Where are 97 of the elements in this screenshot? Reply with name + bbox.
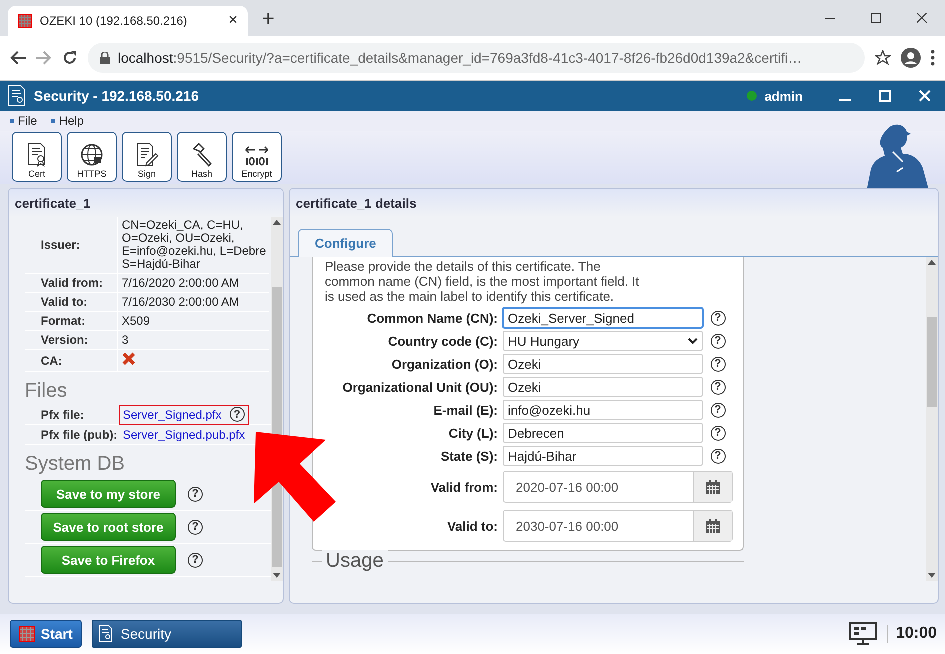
help-icon[interactable]: ? — [710, 426, 726, 440]
input-field[interactable]: Debrecen — [503, 423, 703, 443]
help-icon[interactable]: ? — [710, 402, 726, 418]
encrypt-arrows-icon — [244, 145, 270, 167]
tab[interactable]: Configure — [298, 229, 394, 257]
menu-icon[interactable] — [931, 50, 935, 66]
field-label: E-mail (E): — [432, 402, 499, 418]
input-field[interactable]: Ozeki_Server_Signed — [503, 308, 703, 328]
certificate-icon — [8, 85, 26, 107]
taskbar-app[interactable]: Security — [92, 620, 242, 648]
section-heading: System DB — [25, 453, 126, 476]
scroll-down-icon[interactable] — [273, 573, 281, 578]
scroll-up-icon[interactable] — [928, 260, 936, 265]
scrollbar[interactable] — [926, 257, 938, 581]
toolbar-button[interactable]: Encrypt — [232, 132, 282, 182]
property-label: Issuer: — [25, 217, 118, 274]
field-label: Valid to: — [446, 518, 499, 534]
help-icon[interactable]: ? — [188, 520, 203, 534]
toolbar-button[interactable]: Cert — [12, 132, 62, 182]
store-button[interactable]: Save to my store — [41, 480, 176, 508]
browser-tab[interactable]: OZEKI 10 (192.168.50.216) × — [8, 6, 248, 36]
certificate-icon — [98, 625, 113, 643]
start-button[interactable]: Start — [10, 620, 82, 648]
field-label: Organization (O): — [390, 356, 499, 372]
section-heading: Usage — [322, 550, 388, 573]
monitor-icon[interactable] — [849, 622, 878, 646]
tab-title: OZEKI 10 (192.168.50.216) — [40, 14, 188, 28]
clock: 10:00 — [887, 625, 937, 643]
description-text: Please provide the details of this certificate. The common name (CN) field, is the most important field. It is used as the main label to identify this certificate. — [325, 259, 640, 304]
file-link[interactable]: Server_Signed.pub.pfx — [123, 428, 246, 442]
property-value: 3 — [118, 330, 269, 350]
field-label: Valid from: — [430, 480, 499, 494]
store-button[interactable]: Save to root store — [41, 513, 176, 541]
document-pen-icon — [135, 143, 159, 167]
help-icon[interactable]: ? — [710, 356, 726, 372]
file-link[interactable]: Server_Signed.pfx — [123, 408, 222, 422]
new-tab-button[interactable]: + — [262, 6, 275, 32]
profile-icon[interactable] — [901, 48, 921, 68]
field-label: Common Name (CN): — [366, 310, 499, 326]
back-icon[interactable] — [10, 51, 26, 65]
maximize-icon[interactable] — [871, 13, 881, 23]
close-icon[interactable] — [917, 13, 927, 23]
certificate-icon — [26, 143, 48, 167]
property-value: 7/16/2030 2:00:00 AM — [118, 292, 269, 312]
help-icon[interactable]: ? — [188, 486, 203, 502]
input-field[interactable]: info@ozeki.hu — [503, 400, 703, 420]
lock-icon — [100, 52, 110, 64]
property-label: Format: — [25, 312, 118, 330]
input-field[interactable]: Ozeki — [503, 354, 703, 374]
toolbar-button[interactable]: Hash — [177, 132, 227, 182]
address-bar[interactable]: localhost:9515/Security/?a=certificate_details&manager_id=769a3fd8-41c3-4017-8f26-fb26d0d139a2&certifi… — [88, 43, 865, 73]
chevron-down-icon — [688, 338, 698, 344]
property-label: CA: — [25, 350, 118, 372]
property-value: 7/16/2020 2:00:00 AM — [118, 274, 269, 292]
property-value: CN=Ozeki_CA, C=HU, O=Ozeki, OU=Ozeki, E=info@ozeki.hu, L=Debre S=Hajdú-Bihar — [118, 217, 269, 274]
property-label: Valid to: — [25, 292, 118, 312]
grid-favicon-icon — [18, 14, 32, 28]
cross-icon — [122, 352, 136, 366]
field-label: Organizational Unit (OU): — [342, 380, 499, 394]
section-heading: Files — [25, 380, 68, 403]
help-icon[interactable]: ? — [710, 448, 726, 464]
calendar-icon[interactable] — [706, 480, 720, 494]
star-icon[interactable] — [875, 50, 891, 66]
file-label: Pfx file: — [40, 408, 86, 422]
input-field[interactable]: Hajdú-Bihar — [503, 446, 703, 466]
tab-close-button[interactable]: × — [228, 12, 238, 30]
toolbar-button[interactable]: Sign — [122, 132, 172, 182]
reload-icon[interactable] — [62, 50, 78, 66]
property-label: Version: — [25, 330, 118, 350]
scroll-up-icon[interactable] — [273, 220, 281, 225]
menu-item[interactable]: Help — [51, 114, 84, 128]
help-icon[interactable]: ? — [710, 310, 726, 326]
field-label: State (S): — [440, 448, 499, 464]
help-icon[interactable]: ? — [188, 552, 203, 568]
calendar-icon[interactable] — [706, 519, 720, 533]
file-label: Pfx file (pub): — [40, 428, 119, 442]
field-label: City (L): — [448, 426, 499, 440]
field-label: Country code (C): — [387, 334, 499, 348]
scroll-down-icon[interactable] — [928, 573, 936, 578]
property-value: X509 — [118, 312, 269, 330]
hammer-icon — [190, 143, 214, 167]
country-dropdown[interactable]: HU Hungary — [503, 331, 703, 351]
user-name: admin — [764, 88, 803, 104]
app-title: Security - 192.168.50.216 — [34, 88, 200, 104]
menu-item[interactable]: File — [10, 114, 38, 128]
input-field[interactable]: Ozeki — [503, 377, 703, 397]
help-icon[interactable]: ? — [710, 334, 726, 348]
help-icon[interactable]: ? — [710, 380, 726, 394]
help-icon[interactable]: ? — [230, 407, 245, 422]
property-label: Valid from: — [25, 274, 118, 292]
store-button[interactable]: Save to Firefox — [41, 546, 176, 574]
grid-icon — [19, 626, 35, 642]
scrollbar-thumb[interactable] — [927, 317, 937, 407]
date-field[interactable]: 2020-07-16 00:00 — [503, 471, 733, 503]
toolbar-button[interactable]: HTTPS — [67, 132, 117, 182]
date-field[interactable]: 2030-07-16 00:00 — [503, 510, 733, 542]
globe-lock-icon — [80, 143, 104, 167]
